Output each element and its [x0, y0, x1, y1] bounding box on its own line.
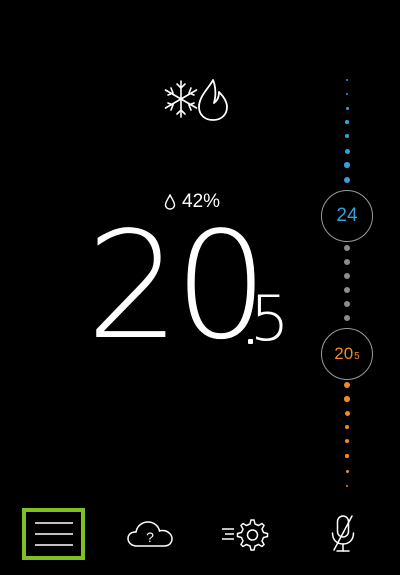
- menu-button[interactable]: [22, 508, 85, 560]
- slider-dot: [343, 176, 351, 184]
- slider-dot: [345, 454, 349, 458]
- heat-setpoint-value: 20: [334, 344, 354, 363]
- bottom-nav: ?: [0, 505, 400, 563]
- settings-gear-icon: [221, 519, 268, 551]
- mode-icon-group: [164, 79, 228, 121]
- mode-indicator[interactable]: [163, 76, 233, 122]
- slider-dot: [345, 484, 349, 488]
- settings-button[interactable]: [218, 505, 273, 563]
- setpoint-slider[interactable]: 24 20 5: [315, 70, 379, 495]
- microphone-muted-icon: [331, 515, 355, 552]
- heat-setpoint-decimal: 5: [354, 351, 360, 362]
- current-temperature-decimal: 5: [250, 282, 290, 355]
- cool-setpoint-handle[interactable]: 24: [321, 190, 373, 242]
- slider-dot: [345, 439, 349, 443]
- cloud-help-icon: ?: [127, 521, 173, 547]
- flame-icon: [198, 79, 228, 121]
- slider-dot: [343, 272, 351, 280]
- slider-dot: [344, 162, 350, 168]
- cool-setpoint-value: 24: [336, 205, 358, 226]
- current-temperature-whole: 20: [86, 200, 268, 372]
- slider-dot: [344, 410, 350, 416]
- slider-dot: [343, 258, 351, 266]
- slider-dot: [343, 244, 351, 252]
- slider-dot: [345, 469, 349, 473]
- microphone-button[interactable]: [318, 505, 368, 563]
- slider-dot: [344, 148, 350, 154]
- slider-dot: [345, 106, 349, 110]
- slider-dot: [346, 79, 348, 81]
- svg-text:?: ?: [146, 529, 154, 545]
- slider-dot: [343, 314, 351, 322]
- cloud-help-button[interactable]: ?: [125, 505, 177, 563]
- slider-dot: [345, 92, 349, 96]
- slider-dot: [344, 396, 350, 402]
- slider-dot: [344, 424, 350, 430]
- slider-dot: [344, 382, 350, 388]
- heat-setpoint-handle[interactable]: 20 5: [321, 328, 373, 380]
- menu-icon: [34, 522, 73, 546]
- slider-dot: [343, 300, 351, 308]
- snowflake-icon: [164, 80, 198, 118]
- slider-dot: [345, 134, 349, 138]
- slider-dot: [345, 120, 349, 124]
- slider-dot: [343, 286, 351, 294]
